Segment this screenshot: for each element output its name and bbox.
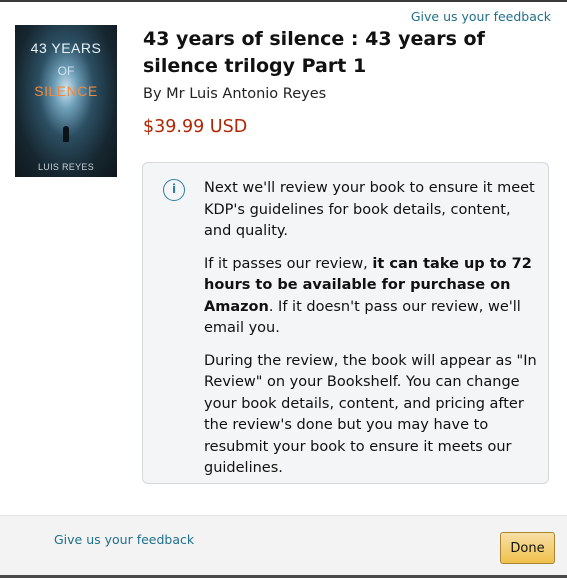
review-paragraph-1: Next we'll review your book to ensure it… <box>204 180 535 239</box>
review-paragraph-2: If it passes our review, it can take up … <box>204 254 539 340</box>
review-info-text: Next we'll review your book to ensure it… <box>204 178 539 491</box>
book-cover-image: 43 YEARS OF SILENCE LUIS REYES <box>15 25 117 177</box>
book-author: By Mr Luis Antonio Reyes <box>143 86 327 102</box>
cover-title-line-1: 43 YEARS <box>30 40 102 56</box>
review-paragraph-3: During the review, the book will appear … <box>204 352 537 477</box>
cover-title-line-3: SILENCE <box>34 83 98 99</box>
dialog-footer: Give us your feedback Done <box>0 515 567 576</box>
feedback-link-footer[interactable]: Give us your feedback <box>54 532 194 547</box>
cover-figure-silhouette <box>63 126 69 142</box>
cover-author: LUIS REYES <box>37 162 95 172</box>
book-price: $39.99 USD <box>143 117 248 137</box>
top-border <box>0 0 567 2</box>
done-button[interactable]: Done <box>500 532 555 564</box>
feedback-link-top[interactable]: Give us your feedback <box>411 9 551 24</box>
info-icon: i <box>163 179 185 201</box>
review-paragraph-2-start: If it passes our review, <box>204 255 373 272</box>
review-info-box: i Next we'll review your book to ensure … <box>142 162 549 484</box>
book-title: 43 years of silence : 43 years of silenc… <box>143 28 485 77</box>
cover-title-line-2: OF <box>57 64 75 78</box>
